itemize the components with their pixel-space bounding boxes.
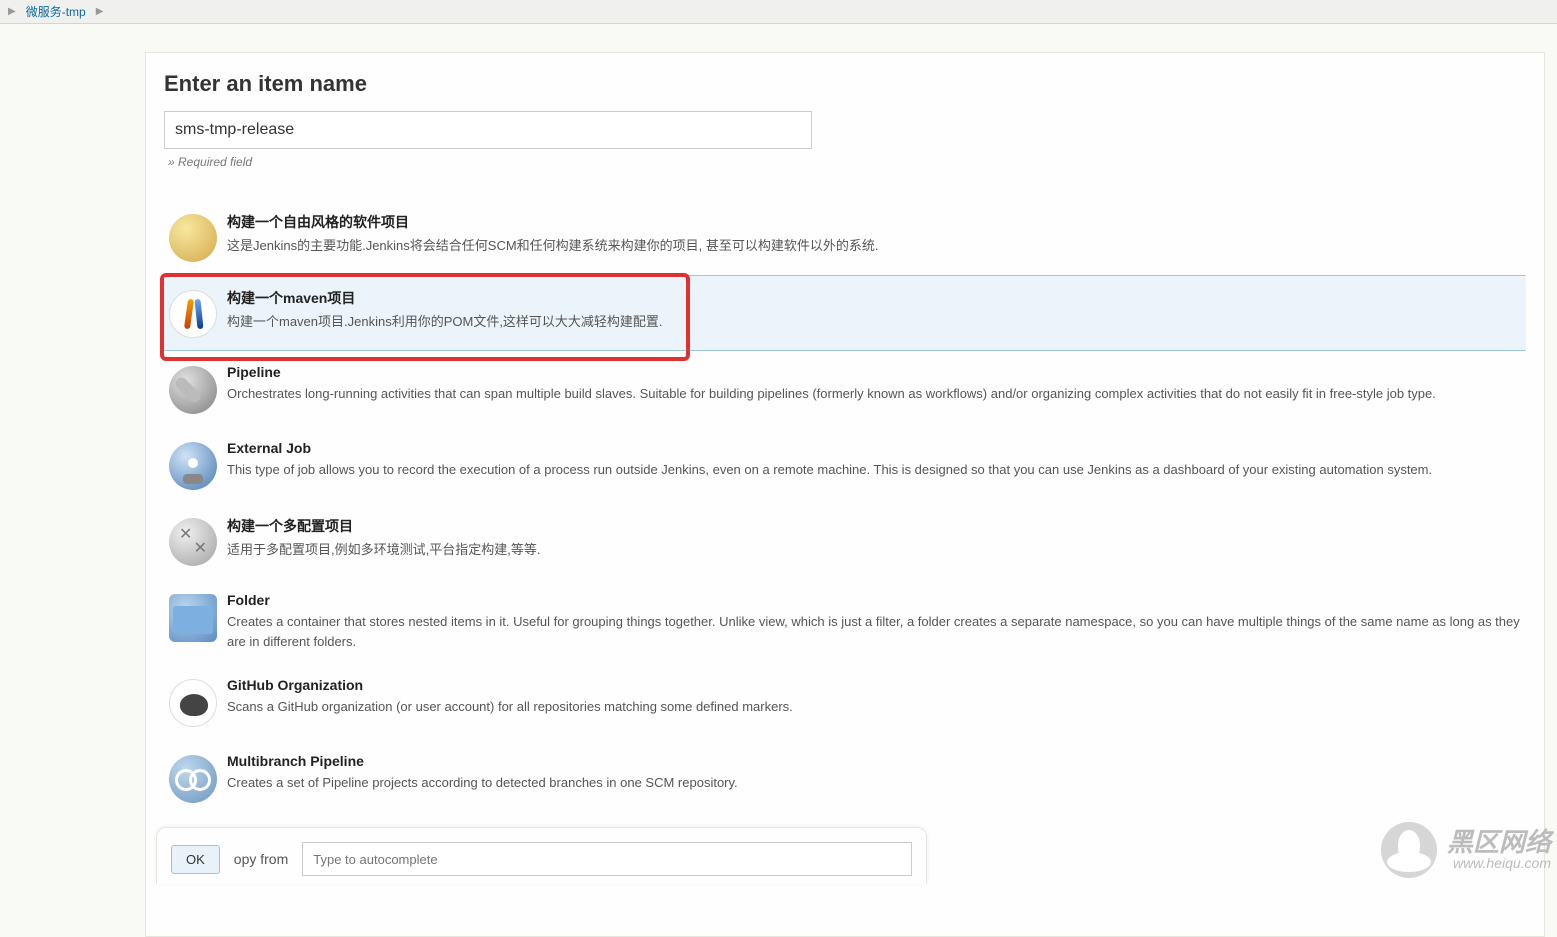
project-desc: 适用于多配置项目,例如多环境测试,平台指定构建,等等.: [227, 540, 1521, 560]
project-type-multiconfig[interactable]: 构建一个多配置项目 适用于多配置项目,例如多环境测试,平台指定构建,等等.: [164, 503, 1526, 579]
project-title: 构建一个自由风格的软件项目: [227, 212, 1521, 232]
project-type-github-org[interactable]: GitHub Organization Scans a GitHub organ…: [164, 664, 1526, 740]
project-type-folder[interactable]: Folder Creates a container that stores n…: [164, 579, 1526, 664]
project-type-freestyle[interactable]: 构建一个自由风格的软件项目 这是Jenkins的主要功能.Jenkins将会结合…: [164, 199, 1526, 275]
project-title: External Job: [227, 440, 1521, 456]
breadcrumb: ▶ 微服务-tmp ▶: [0, 0, 1557, 24]
folder-icon: [169, 594, 217, 642]
project-title: GitHub Organization: [227, 677, 1521, 693]
pipeline-icon: [169, 366, 217, 414]
project-desc: Creates a set of Pipeline projects accor…: [227, 773, 1521, 793]
project-type-pipeline[interactable]: Pipeline Orchestrates long-running activ…: [164, 351, 1526, 427]
project-title: 构建一个maven项目: [227, 288, 1521, 308]
multi-config-icon: [169, 518, 217, 566]
project-title: Pipeline: [227, 364, 1521, 380]
copy-from-label: opy from: [234, 851, 288, 867]
project-desc: Scans a GitHub organization (or user acc…: [227, 697, 1521, 717]
watermark-logo-icon: [1381, 822, 1437, 878]
project-title: 构建一个多配置项目: [227, 516, 1521, 536]
watermark-text-cn: 黑区网络: [1447, 829, 1551, 855]
watermark: 黑区网络 www.heiqu.com: [1381, 822, 1551, 878]
multibranch-icon: [169, 755, 217, 803]
project-desc: 构建一个maven项目.Jenkins利用你的POM文件,这样可以大大减轻构建配…: [227, 312, 1521, 332]
breadcrumb-item[interactable]: 微服务-tmp: [20, 3, 92, 20]
project-desc: This type of job allows you to record th…: [227, 460, 1521, 480]
maven-project-icon: [169, 290, 217, 338]
ok-button[interactable]: OK: [171, 845, 220, 874]
chevron-right-icon: ▶: [92, 6, 108, 17]
required-field-label: » Required field: [164, 155, 1526, 169]
external-job-icon: [169, 442, 217, 490]
project-title: Multibranch Pipeline: [227, 753, 1521, 769]
project-desc: Orchestrates long-running activities tha…: [227, 384, 1521, 404]
github-org-icon: [169, 679, 217, 727]
project-title: Folder: [227, 592, 1521, 608]
freestyle-project-icon: [169, 214, 217, 262]
footer-action-bar: OK opy from: [156, 827, 927, 884]
copy-from-input[interactable]: [302, 842, 912, 876]
chevron-right-icon: ▶: [4, 6, 20, 17]
project-type-multibranch[interactable]: Multibranch Pipeline Creates a set of Pi…: [164, 740, 1526, 816]
watermark-text-url: www.heiqu.com: [1447, 855, 1551, 871]
project-desc: 这是Jenkins的主要功能.Jenkins将会结合任何SCM和任何构建系统来构…: [227, 236, 1521, 256]
project-type-list: 构建一个自由风格的软件项目 这是Jenkins的主要功能.Jenkins将会结合…: [164, 199, 1526, 816]
page-title: Enter an item name: [164, 71, 1526, 97]
project-desc: Creates a container that stores nested i…: [227, 612, 1521, 651]
item-name-input[interactable]: [164, 111, 812, 149]
project-type-external-job[interactable]: External Job This type of job allows you…: [164, 427, 1526, 503]
new-item-panel: Enter an item name » Required field 构建一个…: [145, 52, 1545, 937]
project-type-maven[interactable]: 构建一个maven项目 构建一个maven项目.Jenkins利用你的POM文件…: [164, 275, 1526, 351]
